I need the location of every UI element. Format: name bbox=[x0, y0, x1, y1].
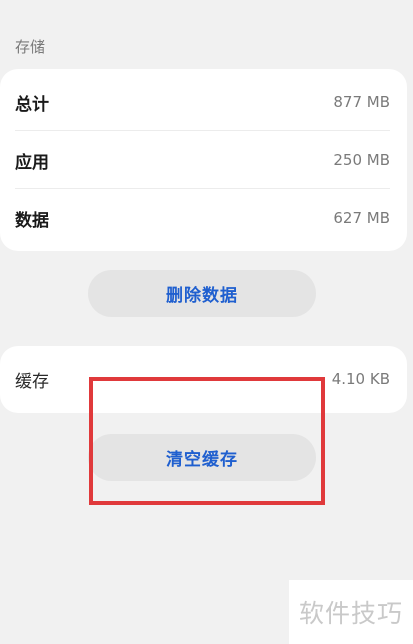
storage-total-label: 总计 bbox=[15, 94, 49, 115]
cache-row: 缓存 4.10 KB bbox=[15, 350, 390, 408]
storage-total-value: 877 MB bbox=[333, 93, 390, 111]
storage-card: 总计 877 MB 应用 250 MB 数据 627 MB bbox=[0, 69, 407, 251]
storage-data-value: 627 MB bbox=[333, 209, 390, 227]
storage-row-total: 总计 877 MB bbox=[15, 73, 390, 131]
cache-card: 缓存 4.10 KB bbox=[0, 346, 407, 413]
clear-cache-button[interactable]: 清空缓存 bbox=[88, 434, 316, 481]
cache-label: 缓存 bbox=[15, 371, 49, 392]
storage-apps-value: 250 MB bbox=[333, 151, 390, 169]
storage-row-data: 数据 627 MB bbox=[15, 189, 390, 247]
cache-value: 4.10 KB bbox=[331, 370, 390, 388]
storage-row-apps: 应用 250 MB bbox=[15, 131, 390, 189]
delete-data-button[interactable]: 删除数据 bbox=[88, 270, 316, 317]
storage-data-label: 数据 bbox=[15, 210, 49, 231]
storage-apps-label: 应用 bbox=[15, 152, 49, 173]
storage-section-label: 存储 bbox=[15, 38, 46, 56]
watermark: 软件技巧 bbox=[289, 580, 413, 644]
